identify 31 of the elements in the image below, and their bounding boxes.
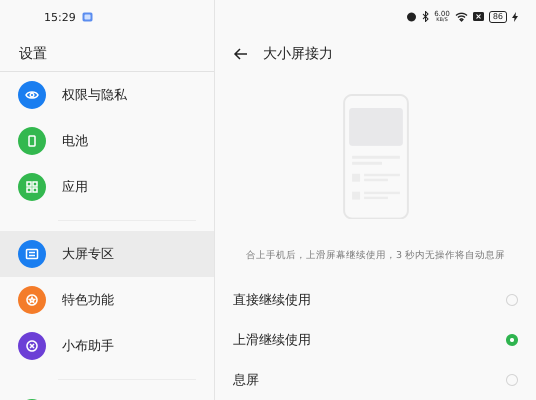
grid-icon [25,180,39,194]
item-label: 特色功能 [62,292,114,309]
back-icon[interactable] [233,46,249,62]
item-label: 权限与隐私 [62,87,127,104]
page-title: 大小屏接力 [263,44,333,63]
option-label: 息屏 [233,372,259,390]
option-row[interactable]: 直接继续使用 [215,280,536,320]
star-icon [25,293,39,307]
item-label: 大屏专区 [62,246,114,263]
charging-icon [512,12,518,22]
radio-button[interactable] [506,294,518,306]
sliders-icon [25,247,39,261]
radio-button[interactable] [506,374,518,386]
option-label: 上滑继续使用 [233,332,311,350]
message-icon [82,12,93,22]
item-label: 应用 [62,179,88,196]
radio-button[interactable] [506,334,518,346]
status-time: 15:29 [44,10,76,24]
option-row[interactable]: 息屏 [215,360,536,400]
option-row[interactable]: 上滑继续使用 [215,320,536,360]
item-label: 小布助手 [62,338,114,355]
option-label: 直接继续使用 [233,292,311,310]
bluetooth-icon [422,11,430,22]
settings-item[interactable]: 大屏专区 [0,231,214,277]
description-text: 合上手机后，上滑屏幕继续使用，3 秒内无操作将自动息屏 [244,249,506,262]
item-label: 电池 [62,133,88,150]
assistant-icon [25,339,39,353]
sim-off-icon [472,12,484,22]
wifi-icon [454,12,468,22]
battery-level: 86 [488,10,507,23]
alarm-icon [406,11,418,22]
